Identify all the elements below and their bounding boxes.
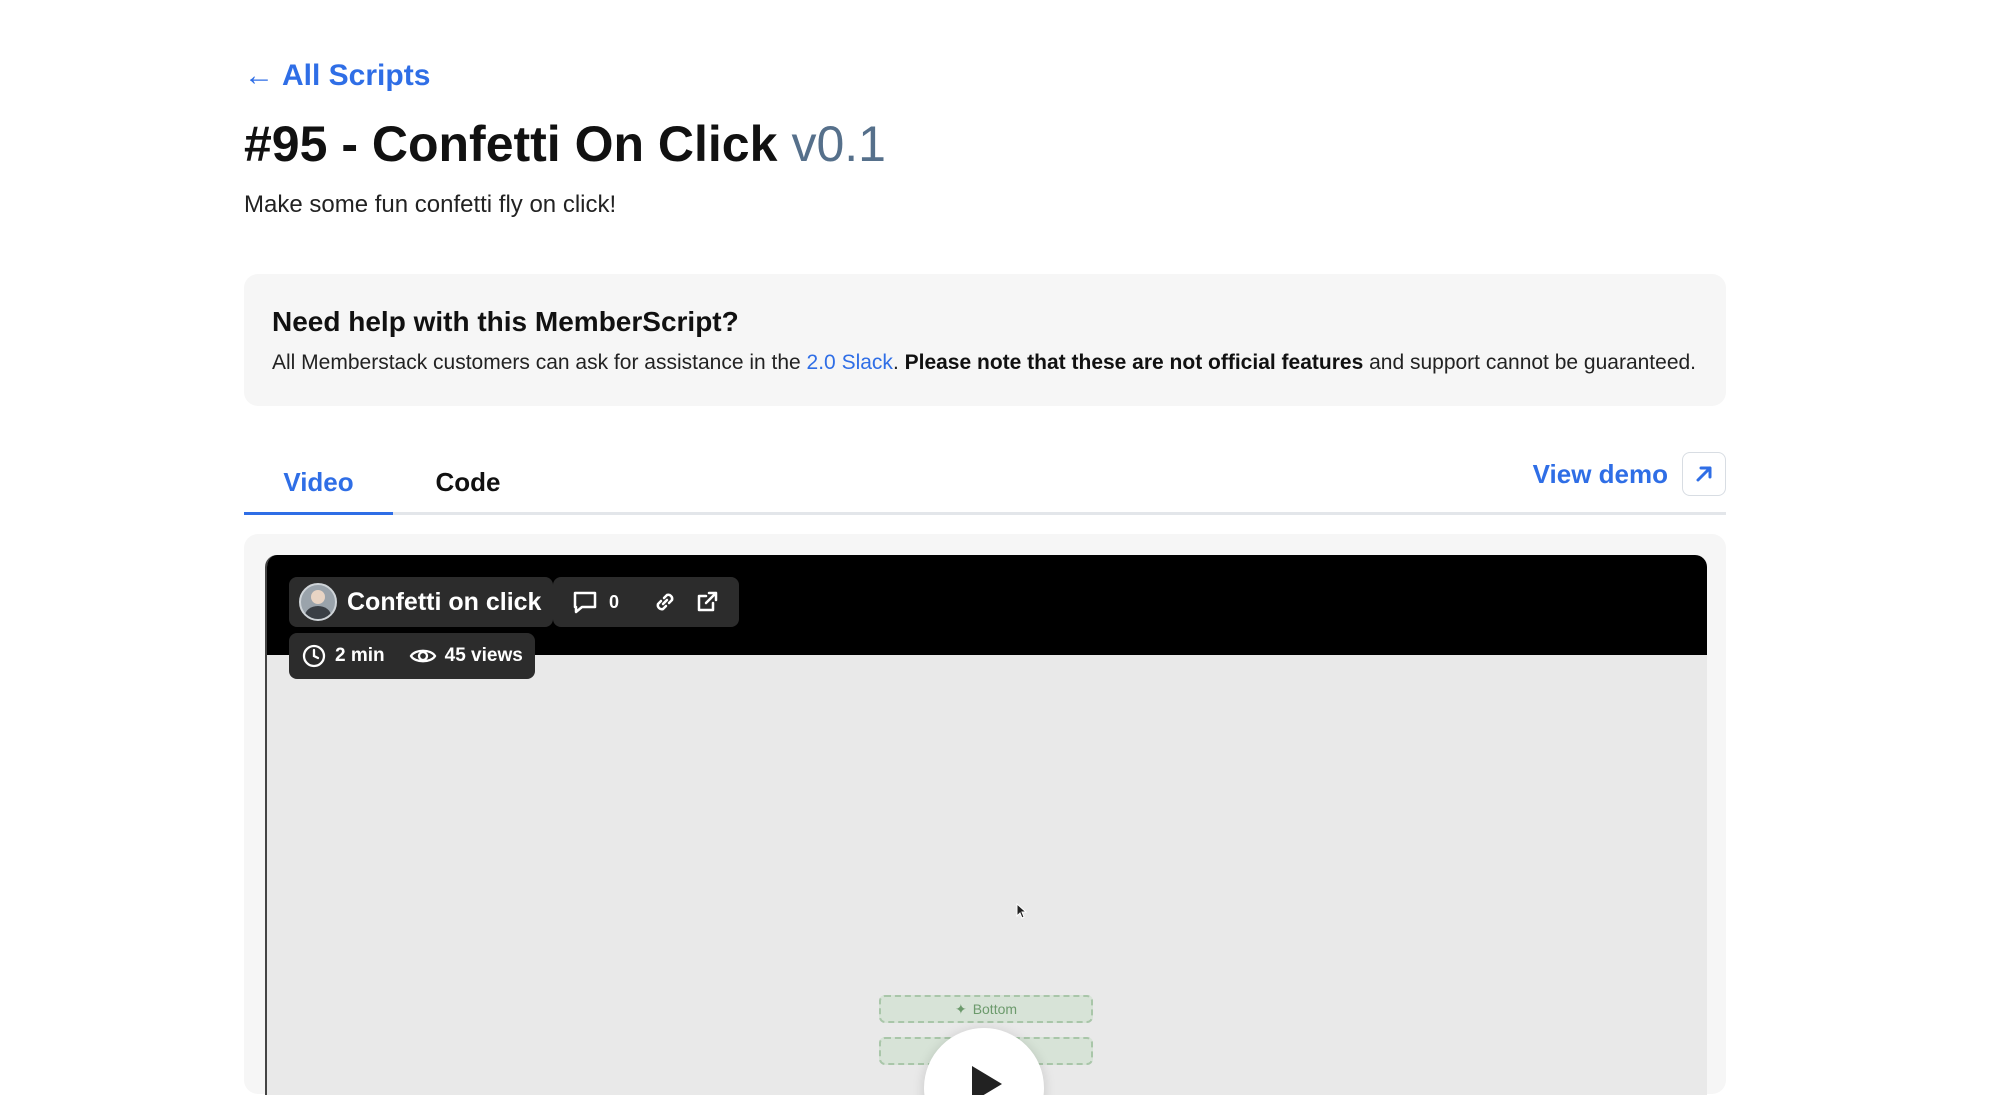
help-text-after: and support cannot be guaranteed. bbox=[1363, 351, 1697, 374]
video-title: Confetti on click bbox=[347, 587, 542, 616]
avatar bbox=[299, 583, 337, 621]
preview-bottom-button: ✦ Bottom bbox=[879, 995, 1093, 1023]
arrow-left-icon: ← bbox=[244, 59, 274, 92]
script-description: Make some fun confetti fly on click! bbox=[244, 191, 617, 218]
video-title-pill[interactable]: Confetti on click bbox=[289, 577, 554, 627]
help-text: All Memberstack customers can ask for as… bbox=[272, 348, 1698, 378]
arrow-up-right-icon bbox=[1682, 452, 1726, 496]
video-views: 45 views bbox=[444, 645, 523, 666]
tab-video[interactable]: Video bbox=[244, 452, 393, 515]
comments-count: 0 bbox=[609, 591, 620, 612]
eye-icon bbox=[409, 643, 437, 669]
comment-icon[interactable] bbox=[571, 588, 599, 616]
clock-icon bbox=[301, 643, 327, 669]
slack-link[interactable]: 2.0 Slack bbox=[807, 351, 893, 374]
version-label: v0.1 bbox=[791, 116, 886, 172]
tab-code[interactable]: Code bbox=[393, 452, 543, 512]
help-box: Need help with this MemberScript? All Me… bbox=[244, 274, 1726, 406]
help-title: Need help with this MemberScript? bbox=[272, 306, 739, 337]
page-title: #95 - Confetti On Click v0.1 bbox=[244, 112, 886, 176]
help-text-bold: Please note that these are not official … bbox=[904, 351, 1364, 374]
video-meta-pill: 2 min 45 views bbox=[289, 633, 535, 679]
help-text-before: All Memberstack customers can ask for as… bbox=[272, 351, 807, 374]
video-duration: 2 min bbox=[335, 645, 385, 666]
preview-bottom-label: Bottom bbox=[972, 1001, 1018, 1017]
help-text-mid: . bbox=[892, 351, 905, 374]
view-demo-button[interactable]: View demo bbox=[1533, 452, 1726, 496]
mouse-cursor-icon bbox=[1016, 903, 1028, 919]
tab-bar: Video Code View demo bbox=[244, 452, 1726, 515]
back-link-label: All Scripts bbox=[282, 59, 431, 92]
view-demo-label: View demo bbox=[1532, 458, 1668, 489]
back-to-all-scripts-link[interactable]: ← All Scripts bbox=[244, 56, 430, 96]
link-icon[interactable] bbox=[651, 588, 679, 616]
confetti-icon: ✦ bbox=[954, 1000, 967, 1017]
video-player[interactable]: Confetti on click 0 2 min 45 views ✦ Bot… bbox=[265, 555, 1707, 1095]
external-link-icon[interactable] bbox=[693, 588, 721, 616]
script-title: #95 - Confetti On Click bbox=[244, 116, 778, 172]
video-actions-pill: 0 bbox=[553, 577, 740, 627]
